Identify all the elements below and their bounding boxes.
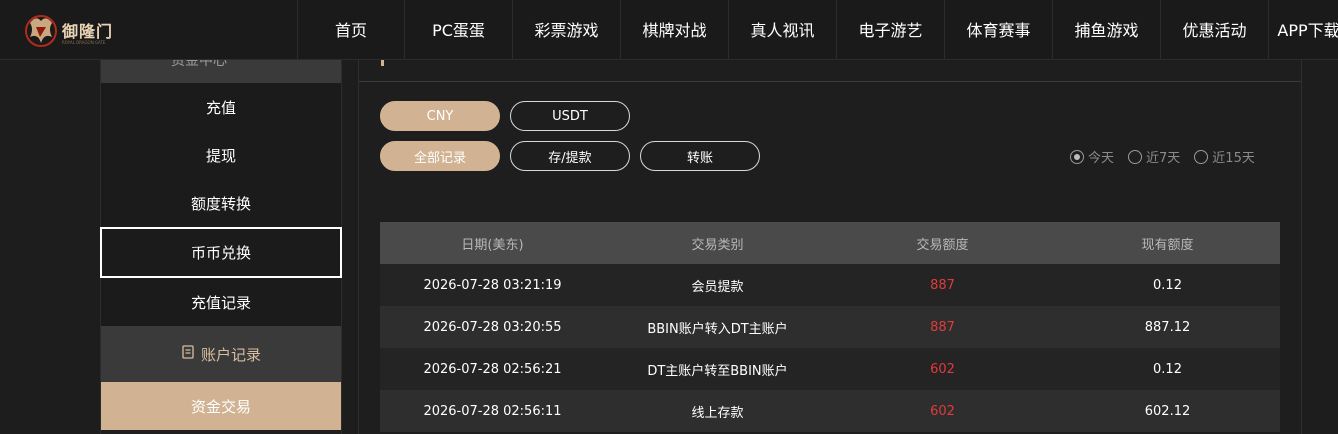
top-header: 御隆门 ROYAL DRAGON GATE 首页 PC蛋蛋 彩票游戏 棋牌对战 真人视讯… (0, 0, 1338, 60)
sidebar-top-label: 资金中心 (171, 60, 227, 69)
nav-item-2[interactable]: 彩票游戏 (512, 0, 620, 60)
cell-amount: 887 (930, 319, 955, 335)
column-header-amount: 交易额度 (916, 237, 969, 253)
table-row: 2026-07-28 03:20:55 BBIN账户转入DT主账户 887 88… (380, 306, 1280, 348)
radio-dot-icon (1128, 149, 1143, 164)
logo-subtitle: ROYAL DRAGON GATE (62, 40, 106, 45)
main-nav: 首页 PC蛋蛋 彩票游戏 棋牌对战 真人视讯 电子游艺 体育赛事 捕鱼游戏 优惠活动 APP下载 (297, 0, 1338, 60)
radio-15days[interactable]: 近15天 (1194, 147, 1255, 166)
sidebar-item-fund-transactions[interactable]: 资金交易 (101, 382, 341, 430)
transactions-table: 日期(美东) 交易类别 交易额度 现有额度 2026-07-28 03:21:1… (380, 222, 1280, 432)
column-header-type: 交易类别 (691, 237, 744, 253)
cell-amount: 887 (930, 277, 955, 293)
cell-date: 2026-07-28 03:21:19 (423, 277, 562, 293)
cell-balance: 0.12 (1153, 361, 1182, 377)
filter-deposit-withdraw-button[interactable]: 存/提款 (510, 141, 630, 171)
nav-item-1[interactable]: PC蛋蛋 (404, 0, 512, 60)
currency-cny-button[interactable]: CNY (380, 101, 500, 131)
title-accent-bar (381, 60, 384, 66)
table-row: 2026-07-28 02:56:11 线上存款 602 602.12 (380, 390, 1280, 432)
radio-7days[interactable]: 近7天 (1128, 147, 1180, 166)
nav-item-9[interactable]: APP下载 (1268, 0, 1338, 60)
cell-type: DT主账户转至BBIN账户 (647, 363, 788, 379)
currency-usdt-button[interactable]: USDT (510, 101, 630, 131)
nav-item-8[interactable]: 优惠活动 (1160, 0, 1268, 60)
cell-date: 2026-07-28 02:56:21 (423, 361, 562, 377)
column-header-balance: 现有额度 (1141, 237, 1194, 253)
dragon-logo-icon (22, 11, 60, 49)
table-row: 2026-07-28 02:56:21 DT主账户转至BBIN账户 602 0.… (380, 348, 1280, 390)
nav-item-7[interactable]: 捕鱼游戏 (1052, 0, 1160, 60)
sidebar-section-account-records[interactable]: 账户记录 (101, 326, 341, 382)
nav-item-5[interactable]: 电子游艺 (836, 0, 944, 60)
nav-item-4[interactable]: 真人视讯 (728, 0, 836, 60)
main-panel: CNY USDT 全部记录 存/提款 转账 今天 近7天 近15天 日期(美东)… (358, 60, 1302, 434)
brand-logo[interactable]: 御隆门 ROYAL DRAGON GATE (22, 10, 122, 50)
column-header-date: 日期(美东) (461, 237, 524, 253)
sidebar-section-label: 账户记录 (200, 345, 261, 364)
document-icon (181, 345, 195, 363)
cell-amount: 602 (930, 361, 955, 377)
date-range-radios: 今天 近7天 近15天 (1070, 147, 1255, 166)
filter-all-records-button[interactable]: 全部记录 (380, 141, 500, 171)
cell-type: 线上存款 (691, 405, 744, 421)
cell-type: BBIN账户转入DT主账户 (647, 321, 788, 337)
nav-item-3[interactable]: 棋牌对战 (620, 0, 728, 60)
sidebar-item-deposit[interactable]: 充值 (101, 83, 341, 131)
radio-dot-icon (1194, 149, 1209, 164)
panel-header (359, 60, 1301, 82)
radio-15days-label: 近15天 (1212, 151, 1255, 166)
radio-today[interactable]: 今天 (1070, 147, 1114, 166)
radio-7days-label: 近7天 (1146, 151, 1181, 166)
table-header-row: 日期(美东) 交易类别 交易额度 现有额度 (380, 222, 1280, 264)
cell-balance: 0.12 (1153, 277, 1182, 293)
account-sidebar: 资金中心 充值 提现 额度转换 币币兑换 充值记录 账户记录 资金交易 (100, 60, 342, 434)
sidebar-item-transfer[interactable]: 额度转换 (101, 179, 341, 227)
cell-type: 会员提款 (691, 279, 744, 295)
table-row: 2026-07-28 03:21:19 会员提款 887 0.12 (380, 264, 1280, 306)
radio-dot-icon (1070, 149, 1084, 164)
cell-amount: 602 (930, 403, 955, 419)
nav-item-6[interactable]: 体育赛事 (944, 0, 1052, 60)
sidebar-item-coin-exchange[interactable]: 币币兑换 (100, 227, 342, 278)
cell-balance: 887.12 (1144, 319, 1191, 335)
sidebar-top-section: 资金中心 (101, 60, 341, 83)
cell-balance: 602.12 (1144, 403, 1191, 419)
sidebar-item-withdraw[interactable]: 提现 (101, 131, 341, 179)
filter-transfer-button[interactable]: 转账 (640, 141, 760, 171)
nav-item-0[interactable]: 首页 (297, 0, 404, 60)
cell-date: 2026-07-28 03:20:55 (423, 319, 562, 335)
logo-text: 御隆门 (62, 22, 114, 41)
radio-today-label: 今天 (1088, 151, 1115, 166)
sidebar-item-deposit-records[interactable]: 充值记录 (101, 278, 341, 326)
cell-date: 2026-07-28 02:56:11 (423, 403, 562, 419)
